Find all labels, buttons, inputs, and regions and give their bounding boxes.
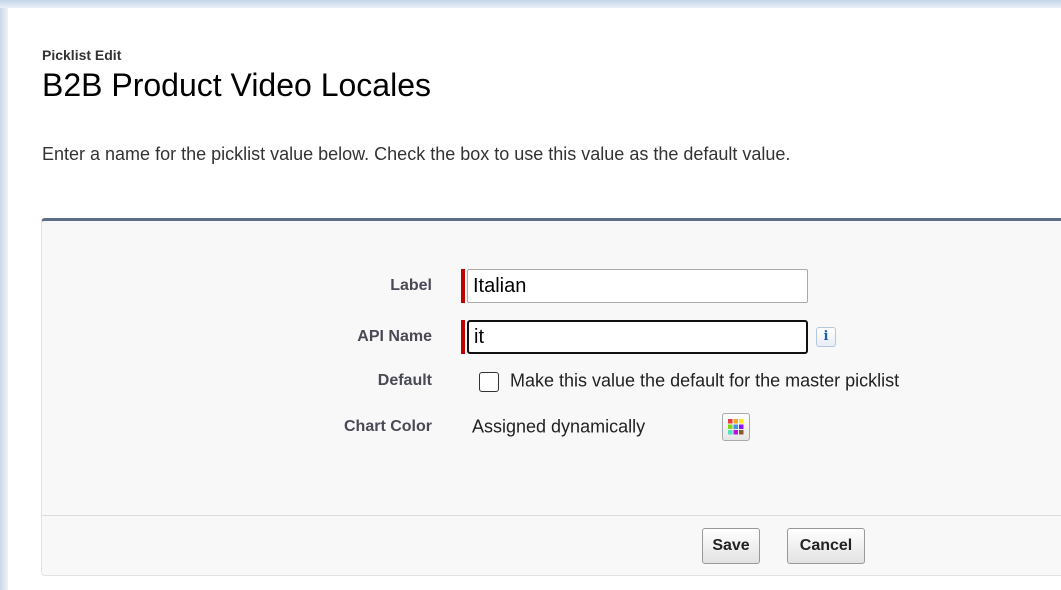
- save-button[interactable]: Save: [702, 528, 760, 564]
- palette-swatch: [728, 430, 733, 435]
- label-field-label: Label: [390, 277, 432, 294]
- api-name-row: API Name i: [42, 317, 1061, 357]
- label-input[interactable]: [467, 269, 808, 303]
- default-field-label: Default: [377, 372, 432, 389]
- instructions-text: Enter a name for the picklist value belo…: [42, 144, 791, 164]
- palette-swatch: [739, 430, 744, 435]
- api-name-field-label: API Name: [357, 328, 432, 345]
- picklist-edit-form: Label API Name i Default Make this value…: [41, 218, 1061, 576]
- api-name-input[interactable]: [467, 320, 808, 354]
- footer-divider: [42, 515, 1061, 516]
- palette-swatch: [728, 424, 733, 429]
- chart-color-row: Chart Color Assigned dynamically: [42, 407, 1061, 447]
- label-row: Label: [42, 266, 1061, 306]
- cancel-button[interactable]: Cancel: [787, 528, 865, 564]
- chart-color-value: Assigned dynamically: [472, 416, 646, 437]
- palette-swatch: [739, 419, 744, 424]
- required-indicator: [461, 320, 465, 354]
- page-title: B2B Product Video Locales: [42, 67, 431, 103]
- palette-swatch: [733, 424, 738, 429]
- color-picker-button[interactable]: [722, 413, 750, 441]
- default-row: Default Make this value the default for …: [42, 361, 1061, 401]
- chart-color-field-label: Chart Color: [344, 418, 432, 435]
- required-indicator: [461, 269, 465, 303]
- palette-swatch: [733, 430, 738, 435]
- info-icon[interactable]: i: [816, 327, 836, 347]
- page-header: Picklist Edit B2B Product Video Locales: [42, 46, 431, 104]
- color-palette-icon: [728, 419, 744, 435]
- default-checkbox[interactable]: [479, 372, 499, 392]
- window-top-strip: [0, 0, 1061, 8]
- palette-swatch: [728, 419, 733, 424]
- breadcrumb: Picklist Edit: [42, 47, 122, 63]
- palette-swatch: [733, 419, 738, 424]
- default-checkbox-label[interactable]: Make this value the default for the mast…: [510, 371, 899, 392]
- window-left-strip: [0, 8, 8, 590]
- palette-swatch: [739, 424, 744, 429]
